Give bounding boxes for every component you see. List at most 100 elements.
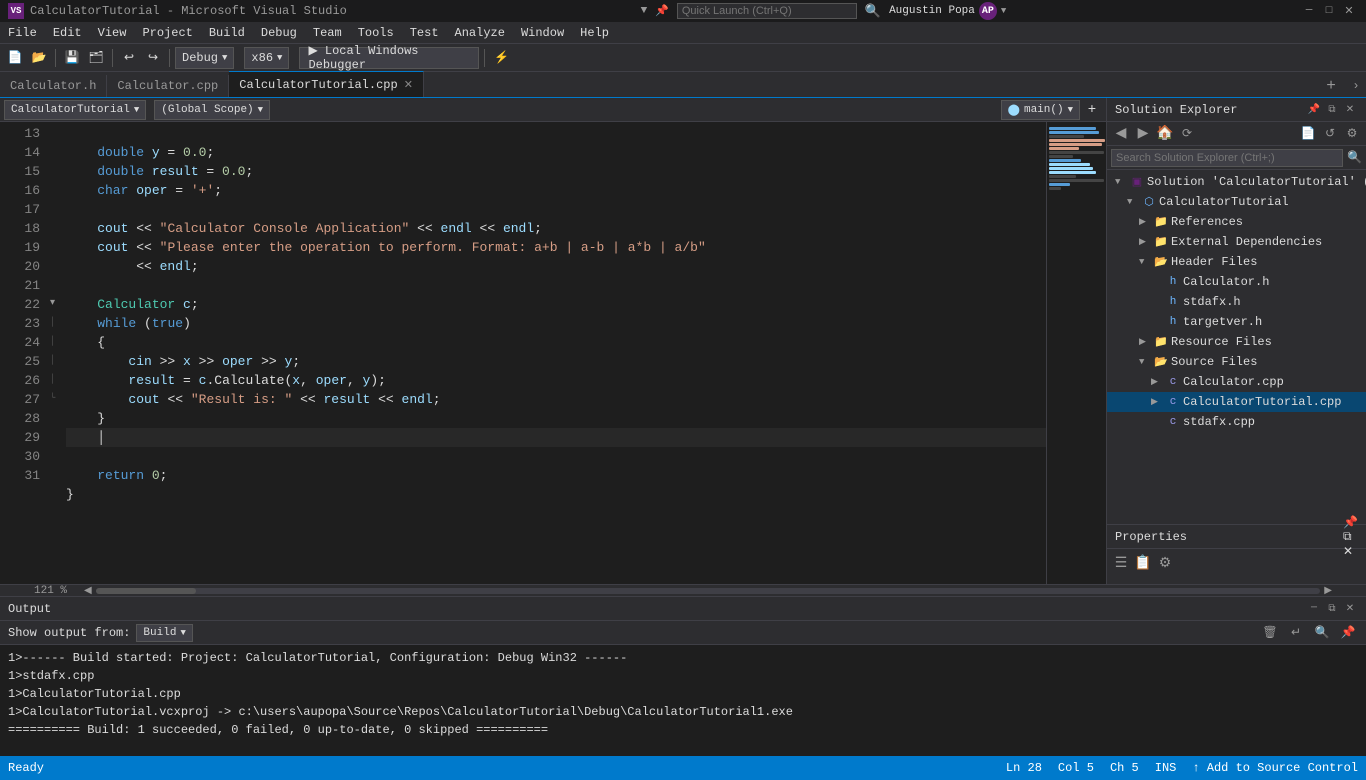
tree-item-calculator-cpp[interactable]: ▶ c Calculator.cpp <box>1107 372 1366 392</box>
output-toolbar: Show output from: Build ▼ 🗑 ↵ 🔍 📌 <box>0 621 1366 645</box>
nav-bar: CalculatorTutorial ▼ (Global Scope) ▼ ⬤ … <box>0 98 1106 122</box>
run-button[interactable]: ▶ Local Windows Debugger <box>299 47 479 69</box>
redo-button[interactable]: ↪ <box>142 47 164 69</box>
properties-pin-button[interactable]: 📌 <box>1343 515 1358 530</box>
menu-team[interactable]: Team <box>305 22 350 44</box>
solution-explorer-float-button[interactable]: ⧉ <box>1324 102 1340 118</box>
debug-config-dropdown[interactable]: Debug ▼ <box>175 47 234 69</box>
menu-test[interactable]: Test <box>402 22 447 44</box>
se-properties-button[interactable]: ⚙ <box>1342 124 1362 144</box>
solution-explorer-pin-button[interactable]: 📌 <box>1306 102 1322 118</box>
tree-item-solution[interactable]: ▼ ▣ Solution 'CalculatorTutorial' (1 pro… <box>1107 172 1366 192</box>
scroll-left-button[interactable]: ◀ <box>80 585 96 597</box>
collapse-icon[interactable]: ▾ <box>50 297 55 309</box>
menu-analyze[interactable]: Analyze <box>447 22 513 44</box>
toolbar-separator-4 <box>484 49 485 67</box>
source-control-button[interactable]: ↑ Add to Source Control <box>1192 761 1358 775</box>
undo-button[interactable]: ↩ <box>118 47 140 69</box>
scroll-thumb[interactable] <box>96 588 196 594</box>
output-clear-button[interactable]: 🗑 <box>1260 623 1280 643</box>
tree-item-calculator-h[interactable]: h Calculator.h <box>1107 272 1366 292</box>
menu-file[interactable]: File <box>0 22 45 44</box>
props-categorized-button[interactable]: ☰ <box>1111 553 1131 573</box>
open-file-button[interactable]: 📂 <box>28 47 50 69</box>
tab-calculator-h[interactable]: Calculator.h <box>0 75 107 97</box>
se-search-input[interactable] <box>1111 149 1343 167</box>
project-nav-dropdown[interactable]: CalculatorTutorial ▼ <box>4 100 146 120</box>
menu-build[interactable]: Build <box>201 22 253 44</box>
tree-item-references[interactable]: ▶ 📁 References <box>1107 212 1366 232</box>
menu-edit[interactable]: Edit <box>45 22 90 44</box>
new-project-button[interactable]: 📄 <box>4 47 26 69</box>
menu-help[interactable]: Help <box>572 22 617 44</box>
tree-item-stdafx-h[interactable]: h stdafx.h <box>1107 292 1366 312</box>
tree-item-header-files[interactable]: ▼ 📂 Header Files <box>1107 252 1366 272</box>
se-forward-button[interactable]: ▶ <box>1133 124 1153 144</box>
minimize-button[interactable]: ─ <box>1300 3 1318 19</box>
menu-tools[interactable]: Tools <box>350 22 402 44</box>
user-badge: AP <box>979 2 997 20</box>
tree-item-calculatortutorial-cpp[interactable]: ▶ c CalculatorTutorial.cpp <box>1107 392 1366 412</box>
output-float-button[interactable]: ⧉ <box>1324 601 1340 617</box>
chevron-down-icon: ▼ <box>180 628 185 638</box>
output-find-button[interactable]: 🔍 <box>1312 623 1332 643</box>
menu-window[interactable]: Window <box>513 22 572 44</box>
output-pin-button[interactable]: 📌 <box>1338 623 1358 643</box>
se-home-button[interactable]: 🏠 <box>1155 124 1175 144</box>
platform-dropdown[interactable]: x86 ▼ <box>244 47 289 69</box>
se-sync-button[interactable]: ⟳ <box>1177 124 1197 144</box>
tree-label: CalculatorTutorial <box>1159 195 1289 209</box>
output-close-button[interactable]: ✕ <box>1342 601 1358 617</box>
code-content[interactable]: double y = 0.0; double result = 0.0; cha… <box>66 122 1046 584</box>
properties-float-button[interactable]: ⧉ <box>1343 530 1358 544</box>
tree-item-targetver-h[interactable]: h targetver.h <box>1107 312 1366 332</box>
se-refresh-button[interactable]: ↺ <box>1320 124 1340 144</box>
scroll-track[interactable] <box>96 588 1321 594</box>
tab-add-button[interactable]: + <box>1320 75 1342 97</box>
chevron-down-icon[interactable]: ▼ <box>1001 6 1006 16</box>
expand-editor-button[interactable]: + <box>1082 100 1102 120</box>
toolbar-separator-2 <box>112 49 113 67</box>
tree-item-external-dependencies[interactable]: ▶ 📁 External Dependencies <box>1107 232 1366 252</box>
se-back-button[interactable]: ◀ <box>1111 124 1131 144</box>
symbol-nav-dropdown[interactable]: ⬤ main() ▼ <box>1001 100 1080 120</box>
tab-calculator-cpp[interactable]: Calculator.cpp <box>107 75 229 97</box>
pin-icon: 📌 <box>655 4 669 18</box>
tab-calculatortutorial-cpp[interactable]: CalculatorTutorial.cpp ✕ <box>229 71 424 97</box>
cpp-file-icon: c <box>1165 414 1181 430</box>
tree-item-resource-files[interactable]: ▶ 📁 Resource Files <box>1107 332 1366 352</box>
menu-project[interactable]: Project <box>134 22 200 44</box>
attach-button[interactable]: ⚡ <box>490 47 512 69</box>
close-button[interactable]: ✕ <box>1340 3 1358 19</box>
tab-close-button[interactable]: ✕ <box>404 78 413 92</box>
se-show-all-files-button[interactable]: 📄 <box>1298 124 1318 144</box>
tree-label: Header Files <box>1171 255 1257 269</box>
se-toolbar: ◀ ▶ 🏠 ⟳ 📄 ↺ ⚙ <box>1107 122 1366 146</box>
title-bar: VS CalculatorTutorial - Microsoft Visual… <box>0 0 1366 22</box>
tree-item-source-files[interactable]: ▼ 📂 Source Files <box>1107 352 1366 372</box>
scope-nav-dropdown[interactable]: (Global Scope) ▼ <box>154 100 270 120</box>
tree-item-project[interactable]: ▼ ⬡ CalculatorTutorial <box>1107 192 1366 212</box>
tab-scroll-right-button[interactable]: › <box>1346 75 1366 97</box>
save-all-button[interactable]: 🗂 <box>85 47 107 69</box>
search-icon[interactable]: 🔍 <box>865 4 881 19</box>
output-line: 1>CalculatorTutorial.cpp <box>8 685 1358 703</box>
restore-button[interactable]: □ <box>1320 3 1338 19</box>
output-minimize-button[interactable]: ─ <box>1306 601 1322 617</box>
quick-launch-input[interactable] <box>677 3 857 19</box>
props-alphabetical-button[interactable]: 📋 <box>1133 553 1153 573</box>
se-search-icon: 🔍 <box>1347 150 1362 165</box>
props-properties-button[interactable]: ⚙ <box>1155 553 1175 573</box>
output-wordwrap-button[interactable]: ↵ <box>1286 623 1306 643</box>
toolbar: 📄 📂 💾 🗂 ↩ ↪ Debug ▼ x86 ▼ ▶ Local Window… <box>0 44 1366 72</box>
properties-close-button[interactable]: ✕ <box>1343 544 1358 559</box>
menu-view[interactable]: View <box>90 22 135 44</box>
tree-item-stdafx-cpp[interactable]: c stdafx.cpp <box>1107 412 1366 432</box>
save-button[interactable]: 💾 <box>61 47 83 69</box>
menu-debug[interactable]: Debug <box>253 22 305 44</box>
project-icon: ⬡ <box>1141 194 1157 210</box>
output-line: 1>CalculatorTutorial.vcxproj -> c:\users… <box>8 703 1358 721</box>
output-source-dropdown[interactable]: Build ▼ <box>136 624 192 642</box>
solution-explorer-close-button[interactable]: ✕ <box>1342 102 1358 118</box>
scroll-right-button[interactable]: ▶ <box>1320 585 1336 597</box>
